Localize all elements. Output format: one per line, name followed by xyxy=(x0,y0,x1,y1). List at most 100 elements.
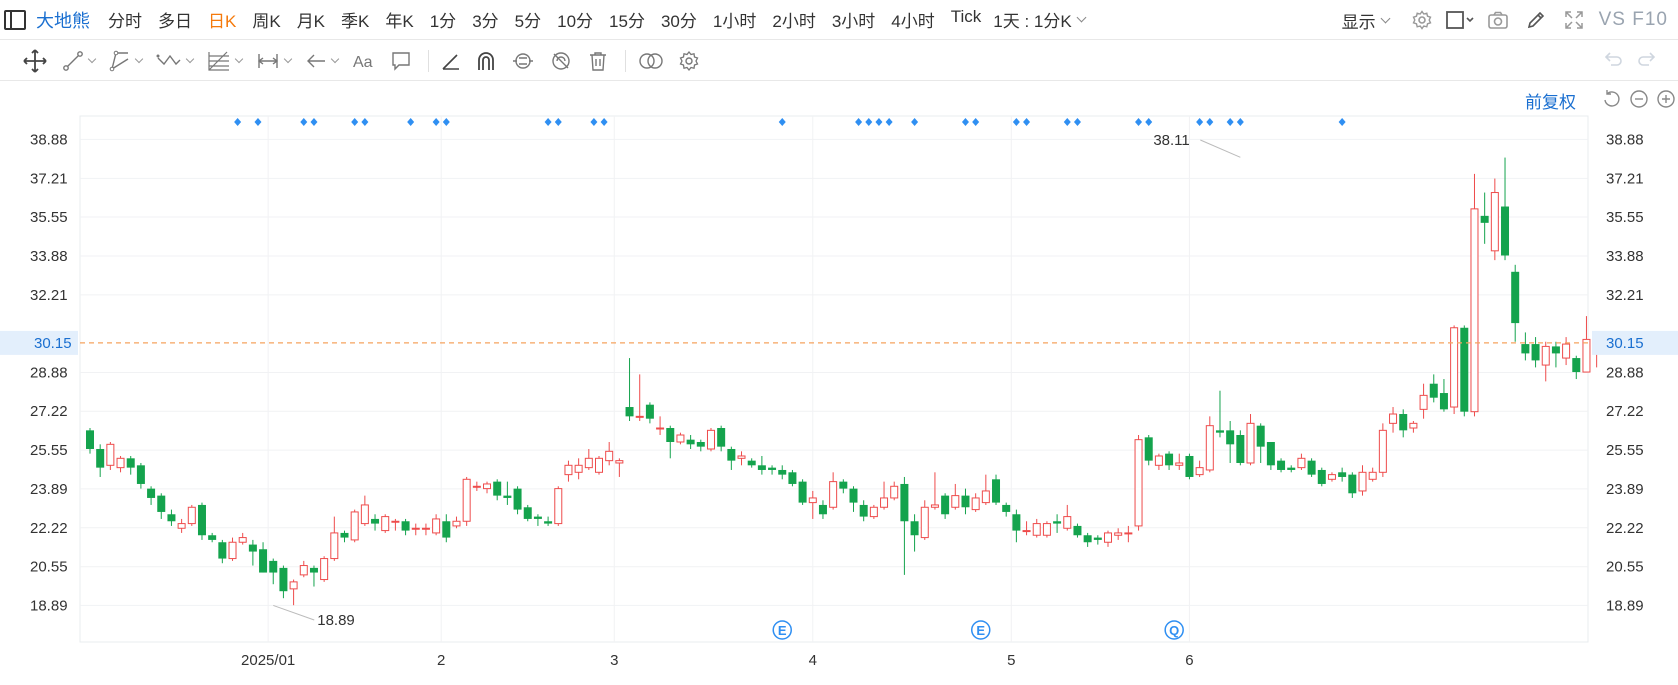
period-tab[interactable]: 15分 xyxy=(601,7,653,32)
period-tab[interactable]: 日K xyxy=(200,7,244,32)
event-marker-letter: E xyxy=(976,623,985,638)
channel-icon[interactable] xyxy=(109,47,144,75)
link-icon[interactable] xyxy=(638,47,664,75)
top-marker-diamond xyxy=(1338,118,1346,126)
toolbar-divider xyxy=(625,49,626,72)
top-marker-diamond xyxy=(407,118,415,126)
candle-body-up xyxy=(808,497,817,504)
y-tick-label-left: 23.89 xyxy=(30,481,68,498)
stock-name[interactable]: 大地熊 xyxy=(36,7,90,33)
candle-body-up xyxy=(971,497,980,511)
candle-body-up xyxy=(1368,471,1377,480)
pen-icon[interactable] xyxy=(1521,7,1551,33)
top-marker-diamond xyxy=(1226,118,1234,126)
candle-body-down xyxy=(96,448,105,468)
period-tab[interactable]: 1小时 xyxy=(705,7,764,32)
line-icon[interactable] xyxy=(62,47,97,75)
candle-body-down xyxy=(126,458,135,468)
period-tab[interactable]: 周K xyxy=(244,7,288,32)
kline-chart[interactable]: 38.88 38.88 37.21 37.21 35.55 35.55 33.88 33.88… xyxy=(0,82,1678,685)
period-tab[interactable]: 5分 xyxy=(507,7,549,32)
camera-icon[interactable] xyxy=(1483,7,1513,33)
comment-icon[interactable] xyxy=(390,47,412,75)
display-button[interactable]: 显示 xyxy=(1342,8,1391,33)
period-tab[interactable]: 30分 xyxy=(653,7,705,32)
top-toolbar: 大地熊 分时 多日 日K 周K 月K 季K 年K 1分 3分 5分 10分 15分 30分 1小时 2小时 3… xyxy=(0,0,1678,40)
arrow-icon[interactable] xyxy=(305,47,340,75)
sidebar-toggle-icon[interactable] xyxy=(4,9,26,30)
mode-select[interactable]: 1天 : 1分K xyxy=(993,7,1087,32)
reset-icon[interactable] xyxy=(1598,89,1625,109)
candle-body-up xyxy=(1246,422,1255,464)
measure-icon[interactable] xyxy=(256,47,293,75)
angle-icon[interactable] xyxy=(441,47,461,75)
candle-body-up xyxy=(584,457,593,469)
candle-body-up xyxy=(890,485,899,499)
adjust-mode-label[interactable]: 前复权 xyxy=(1525,88,1576,113)
vs-button[interactable]: VS xyxy=(1599,9,1626,30)
candle-body-up xyxy=(1409,422,1418,429)
period-tabs: 分时 多日 日K 周K 月K 季K 年K 1分 3分 5分 10分 15分 30分 1小时 2小时 3小时 4小… xyxy=(100,7,989,32)
zoom-out-icon[interactable] xyxy=(1625,89,1652,109)
move-icon[interactable] xyxy=(22,47,48,75)
lock-icon[interactable] xyxy=(511,47,535,75)
x-tick-label: 3 xyxy=(610,652,618,669)
y-tick-label-left: 35.55 xyxy=(30,209,68,226)
candle-body-down xyxy=(513,488,522,510)
undo-icon[interactable] xyxy=(1596,49,1630,69)
candle-body-up xyxy=(1358,471,1367,492)
period-tab[interactable]: 分时 xyxy=(100,7,150,32)
candle-body-down xyxy=(849,488,858,503)
fullscreen-icon[interactable] xyxy=(1559,7,1589,33)
candle-body-down xyxy=(1287,467,1296,470)
period-tab[interactable]: 10分 xyxy=(549,7,601,32)
candle-body-down xyxy=(727,448,736,461)
wave-icon[interactable] xyxy=(156,47,195,75)
period-tab[interactable]: 2小时 xyxy=(764,7,823,32)
square-icon[interactable] xyxy=(1445,7,1475,33)
top-marker-diamond xyxy=(1236,118,1244,126)
period-tab[interactable]: 多日 xyxy=(150,7,200,32)
candle-body-up xyxy=(360,504,369,525)
period-tab[interactable]: 季K xyxy=(333,7,377,32)
magnet-icon[interactable] xyxy=(475,47,497,75)
zoom-in-icon[interactable] xyxy=(1652,89,1678,109)
candle-body-up xyxy=(411,527,420,530)
y-tick-label-right: 35.55 xyxy=(1606,209,1644,226)
period-tab[interactable]: 年K xyxy=(377,7,421,32)
undo-redo xyxy=(1596,49,1664,69)
candle-body-down xyxy=(1521,344,1530,354)
candle-body-up xyxy=(635,415,644,418)
candle-body-down xyxy=(1002,504,1011,512)
candle-body-up xyxy=(1541,345,1550,366)
candle-body-up xyxy=(564,464,573,476)
period-tab[interactable]: 1分 xyxy=(422,7,464,32)
period-tab[interactable]: 月K xyxy=(289,7,333,32)
period-tab[interactable]: Tick xyxy=(943,7,990,32)
candle-body-up xyxy=(462,478,471,522)
candle-body-up xyxy=(737,455,746,459)
gear-icon[interactable] xyxy=(678,47,700,75)
y-tick-label-right: 28.88 xyxy=(1606,365,1644,382)
hide-icon[interactable] xyxy=(549,47,573,75)
candle-body-down xyxy=(279,567,288,592)
period-tab[interactable]: 4小时 xyxy=(883,7,942,32)
period-tab[interactable]: 3小时 xyxy=(824,7,883,32)
fib-icon[interactable] xyxy=(207,47,244,75)
x-tick-label: 2025/01 xyxy=(241,652,295,669)
y-tick-label-right: 18.89 xyxy=(1606,597,1644,614)
f10-button[interactable]: F10 xyxy=(1632,9,1668,30)
x-tick-label: 6 xyxy=(1185,652,1193,669)
candle-body-down xyxy=(1256,425,1265,447)
settings-icon[interactable] xyxy=(1407,7,1437,33)
trash-icon[interactable] xyxy=(587,47,609,75)
y-tick-label-left: 20.55 xyxy=(30,559,68,576)
candle-body-down xyxy=(992,479,1001,503)
x-tick-label: 5 xyxy=(1007,652,1015,669)
top-marker-diamond xyxy=(254,118,262,126)
text-icon[interactable]: Aa xyxy=(352,47,376,75)
candle-body-down xyxy=(1429,383,1438,398)
y-tick-label-left: 33.88 xyxy=(30,248,68,265)
period-tab[interactable]: 3分 xyxy=(464,7,506,32)
redo-icon[interactable] xyxy=(1630,49,1664,69)
